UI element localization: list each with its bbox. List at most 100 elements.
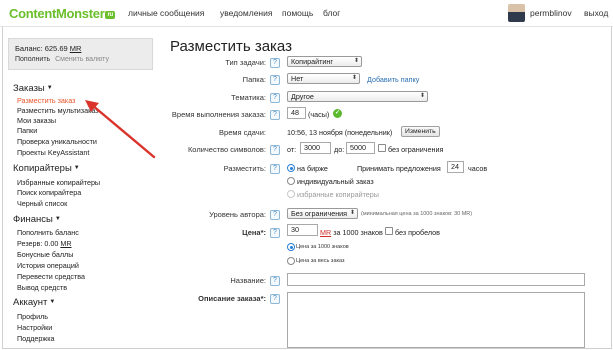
sidebar-item-bonus[interactable]: Бонусные баллы (17, 250, 73, 259)
task-type-label: Тип задачи: (225, 58, 266, 67)
accept-offers-input[interactable]: 24 (447, 161, 464, 173)
sidebar-item-find-copywriter[interactable]: Поиск копирайтера (17, 188, 81, 197)
select-arrow-icon: ⬍ (353, 58, 359, 64)
duration-unit: (часы) (308, 110, 330, 119)
sidebar-title-account[interactable]: Аккаунт ▼ (13, 297, 55, 308)
name-input[interactable] (287, 273, 585, 286)
name-label: Название: (230, 276, 266, 285)
radio-exchange[interactable] (287, 164, 295, 172)
refill-link[interactable]: Пополнить (15, 56, 50, 63)
sidebar-item-favorite-copywriters[interactable]: Избранные копирайтеры (17, 178, 100, 187)
sidebar-item-folders[interactable]: Папки (17, 126, 37, 135)
page-title: Разместить заказ (170, 38, 292, 55)
sidebar-item-my-orders[interactable]: Мои заказы (17, 116, 56, 125)
caret-down-icon: ▼ (54, 216, 61, 223)
price-option-per-1000: Цена за 1000 знаков (296, 244, 349, 250)
chars-to-input[interactable]: 5000 (346, 142, 375, 154)
avatar[interactable] (508, 4, 525, 22)
sidebar-item-support[interactable]: Поддержка (17, 334, 55, 343)
folder-select[interactable]: Нет ⬍ (287, 73, 360, 84)
description-textarea[interactable] (287, 292, 585, 348)
accept-offers-label: Принимать предложения (357, 164, 441, 173)
help-icon[interactable]: ? (270, 164, 280, 174)
select-arrow-icon: ⬍ (419, 93, 425, 99)
sidebar-item-refill-balance[interactable]: Пополнить баланс (17, 228, 79, 237)
change-deadline-button[interactable]: Изменить (401, 126, 440, 137)
price-input[interactable]: 30 (287, 224, 318, 236)
topic-label: Тематика: (231, 93, 266, 102)
caret-down-icon: ▼ (46, 85, 53, 92)
help-icon[interactable]: ? (270, 276, 280, 286)
change-currency-link[interactable]: Сменить валюту (55, 56, 109, 63)
folder-label: Папка: (242, 75, 266, 84)
author-level-select[interactable]: Без ограничения ⬍ (287, 208, 358, 219)
help-icon[interactable]: ? (270, 110, 280, 120)
help-icon[interactable]: ? (270, 93, 280, 103)
radio-favorites[interactable] (287, 190, 295, 198)
sidebar-title-orders[interactable]: Заказы ▼ (13, 83, 53, 94)
sidebar-item-profile[interactable]: Профиль (17, 312, 48, 321)
price-option-whole: Цена за весь заказ (296, 258, 345, 264)
help-icon[interactable]: ? (270, 228, 280, 238)
chars-from-input[interactable]: 3000 (300, 142, 331, 154)
chars-to-label: до: (334, 145, 345, 154)
placement-option-favorites: избранные копирайтеры (297, 190, 379, 199)
placement-option-individual: индивидуальный заказ (297, 177, 374, 186)
check-icon: ✓ (333, 109, 342, 118)
no-limit-label: без ограничения (388, 145, 444, 154)
caret-down-icon: ▼ (49, 299, 56, 306)
price-label: Цена*: (242, 228, 266, 237)
balance-currency: MR (69, 44, 82, 53)
help-icon[interactable]: ? (270, 75, 280, 85)
chars-from-label: от: (287, 145, 297, 154)
username[interactable]: permblinov (530, 8, 572, 18)
deadline-value: 10:56, 13 ноября (понедельник) (287, 128, 393, 137)
top-bar: ContentMonster ru личные сообщения уведом… (0, 0, 613, 27)
placement-label: Разместить: (223, 164, 266, 173)
deadline-label: Время сдачи: (219, 128, 266, 137)
sidebar-item-withdraw[interactable]: Вывод средств (17, 283, 67, 292)
reserve-value: 0.00 (44, 239, 59, 248)
nav-messages[interactable]: личные сообщения (128, 8, 204, 18)
sidebar-item-settings[interactable]: Настройки (17, 323, 52, 332)
sidebar-item-keyassistant[interactable]: Проекты KeyAssistant (17, 148, 89, 157)
add-folder-link[interactable]: Добавить папку (367, 75, 419, 84)
accept-offers-unit: часов (468, 164, 488, 173)
sidebar-item-history[interactable]: История операций (17, 261, 79, 270)
description-label: Описание заказа*: (198, 294, 266, 303)
price-currency: MR (320, 228, 332, 237)
sidebar-title-finance[interactable]: Финансы ▼ (13, 214, 61, 225)
select-arrow-icon: ⬍ (349, 210, 355, 216)
nav-help[interactable]: помощь (282, 8, 313, 18)
task-type-select[interactable]: Копирайтинг ⬍ (287, 56, 362, 67)
balance-line: Баланс: 625.69 MR (15, 44, 82, 53)
help-icon[interactable]: ? (270, 145, 280, 155)
sidebar-item-blacklist[interactable]: Черный список (17, 199, 67, 208)
help-icon[interactable]: ? (270, 294, 280, 304)
caret-down-icon: ▼ (73, 165, 80, 172)
nav-blog[interactable]: блог (323, 8, 340, 18)
nav-notifications[interactable]: уведомления (220, 8, 272, 18)
placement-option-exchange: на бирже (297, 164, 328, 173)
radio-price-whole[interactable] (287, 257, 295, 265)
annotation-arrow (85, 100, 156, 159)
duration-input[interactable]: 48 (287, 107, 306, 119)
no-spaces-checkbox[interactable] (385, 227, 393, 235)
logo-suffix: ru (105, 10, 115, 19)
no-limit-checkbox[interactable] (378, 144, 386, 152)
sidebar-item-place-order[interactable]: Разместить заказ (17, 96, 75, 105)
sidebar-item-transfer[interactable]: Перевести средства (17, 272, 85, 281)
logout-link[interactable]: выход (584, 8, 608, 18)
radio-price-per-1000[interactable] (287, 243, 295, 251)
topic-select[interactable]: Другое ⬍ (287, 91, 428, 102)
reserve-currency: MR (60, 239, 72, 248)
help-icon[interactable]: ? (270, 58, 280, 68)
sidebar-title-copywriters[interactable]: Копирайтеры ▼ (13, 163, 80, 174)
duration-label: Время выполнения заказа: (171, 110, 266, 119)
sidebar-item-reserve: Резерв: 0.00 MR (17, 239, 72, 248)
help-icon[interactable]: ? (270, 210, 280, 220)
logo[interactable]: ContentMonster ru (9, 6, 115, 21)
no-spaces-label: без пробелов (395, 228, 440, 237)
balance-box: Баланс: 625.69 MR Пополнить Сменить валю… (8, 38, 153, 70)
radio-individual[interactable] (287, 177, 295, 185)
